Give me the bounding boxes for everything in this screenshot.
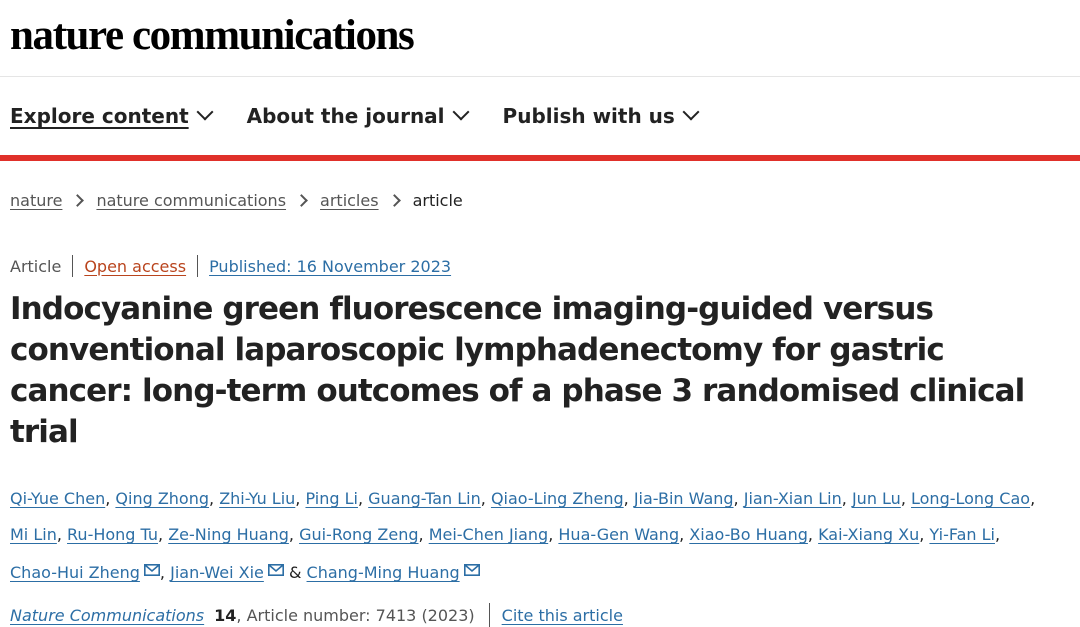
author-separator: , — [1030, 489, 1036, 508]
author-link[interactable]: Jun Lu — [852, 489, 901, 508]
divider — [197, 255, 199, 277]
author-separator: , — [841, 489, 847, 508]
published-date-link[interactable]: Published: 16 November 2023 — [209, 257, 451, 276]
author-link[interactable]: Long-Long Cao — [911, 489, 1030, 508]
author-link[interactable]: Hua-Gen Wang — [558, 525, 679, 544]
author-link[interactable]: Ru-Hong Tu — [67, 525, 158, 544]
breadcrumb-articles[interactable]: articles — [320, 191, 379, 210]
divider — [72, 255, 74, 277]
cite-this-article-link[interactable]: Cite this article — [502, 606, 623, 625]
chevron-right-icon — [387, 194, 401, 207]
author-separator: , — [733, 489, 739, 508]
chevron-right-icon — [71, 194, 85, 207]
author-separator: , — [919, 525, 925, 544]
author-link[interactable]: Ping Li — [305, 489, 357, 508]
author-link[interactable]: Chang-Ming Huang — [307, 563, 460, 582]
author-separator: , — [994, 525, 1001, 544]
chevron-down-icon — [682, 103, 700, 121]
author-separator: & — [288, 563, 302, 582]
author-separator: , — [159, 563, 166, 582]
volume-number: 14 — [214, 605, 237, 625]
author-link[interactable]: Kai-Xiang Xu — [818, 525, 919, 544]
article-number: , Article number: 7413 (2023) — [236, 605, 475, 625]
nav-publish-with-us[interactable]: Publish with us — [502, 103, 700, 128]
chevron-down-icon — [452, 103, 470, 121]
nav-explore-content[interactable]: Explore content — [10, 103, 214, 128]
breadcrumb-nature[interactable]: nature — [10, 191, 62, 210]
author-link[interactable]: Jia-Bin Wang — [634, 489, 734, 508]
article-type: Article — [10, 256, 62, 276]
author-separator: , — [679, 525, 685, 544]
site-logo[interactable]: nature communications — [10, 14, 415, 57]
masthead: nature communications — [0, 0, 1080, 77]
breadcrumb-nature-communications[interactable]: nature communications — [96, 191, 286, 210]
author-separator: , — [480, 489, 486, 508]
nav-publish-with-us-label: Publish with us — [502, 104, 675, 128]
divider — [488, 603, 490, 627]
open-access-link[interactable]: Open access — [84, 257, 186, 276]
author-link[interactable]: Guang-Tan Lin — [368, 489, 481, 508]
author-separator: , — [900, 489, 906, 508]
author-link[interactable]: Chao-Hui Zheng — [10, 563, 140, 582]
author-link[interactable]: Ze-Ning Huang — [168, 525, 289, 544]
author-separator: , — [105, 489, 111, 508]
envelope-icon[interactable] — [267, 553, 284, 576]
author-link[interactable]: Qiao-Ling Zheng — [491, 489, 624, 508]
envelope-icon[interactable] — [143, 553, 160, 576]
author-separator: , — [623, 489, 629, 508]
author-separator: , — [418, 525, 424, 544]
chevron-down-icon — [196, 103, 214, 121]
envelope-icon[interactable] — [463, 553, 480, 576]
author-separator: , — [56, 525, 62, 544]
author-separator: , — [807, 525, 813, 544]
article-title: Indocyanine green fluorescence imaging-g… — [10, 291, 1025, 450]
author-link[interactable]: Jian-Xian Lin — [744, 489, 842, 508]
article-info: Article Open access Published: 16 Novemb… — [0, 255, 1080, 277]
author-separator: , — [209, 489, 215, 508]
author-list: Qi-Yue Chen, Qing Zhong, Zhi-Yu Liu, Pin… — [10, 481, 1080, 591]
main-nav: Explore content About the journal Publis… — [0, 77, 1080, 161]
author-link[interactable]: Xiao-Bo Huang — [689, 525, 808, 544]
author-separator: , — [548, 525, 554, 544]
nav-about-the-journal-label: About the journal — [246, 104, 445, 128]
author-separator: , — [357, 489, 364, 508]
breadcrumb: nature nature communications articles ar… — [0, 191, 1080, 210]
author-link[interactable]: Jian-Wei Xie — [170, 563, 264, 582]
nav-about-the-journal[interactable]: About the journal — [246, 103, 470, 128]
citation-line: Nature Communications 14 , Article numbe… — [0, 603, 1080, 627]
author-separator: , — [295, 489, 301, 508]
nav-explore-content-label: Explore content — [10, 104, 189, 128]
author-link[interactable]: Qi-Yue Chen — [10, 489, 105, 508]
author-separator: , — [288, 525, 294, 544]
author-link[interactable]: Qing Zhong — [115, 489, 209, 508]
journal-name-link[interactable]: Nature Communications — [10, 606, 204, 625]
breadcrumb-current: article — [412, 191, 463, 210]
author-link[interactable]: Zhi-Yu Liu — [219, 489, 295, 508]
author-link[interactable]: Mi Lin — [10, 525, 57, 544]
author-link[interactable]: Yi-Fan Li — [929, 525, 995, 544]
chevron-right-icon — [295, 194, 308, 207]
author-link[interactable]: Gui-Rong Zeng — [299, 525, 418, 544]
author-separator: , — [158, 525, 164, 544]
author-link[interactable]: Mei-Chen Jiang — [429, 525, 549, 544]
